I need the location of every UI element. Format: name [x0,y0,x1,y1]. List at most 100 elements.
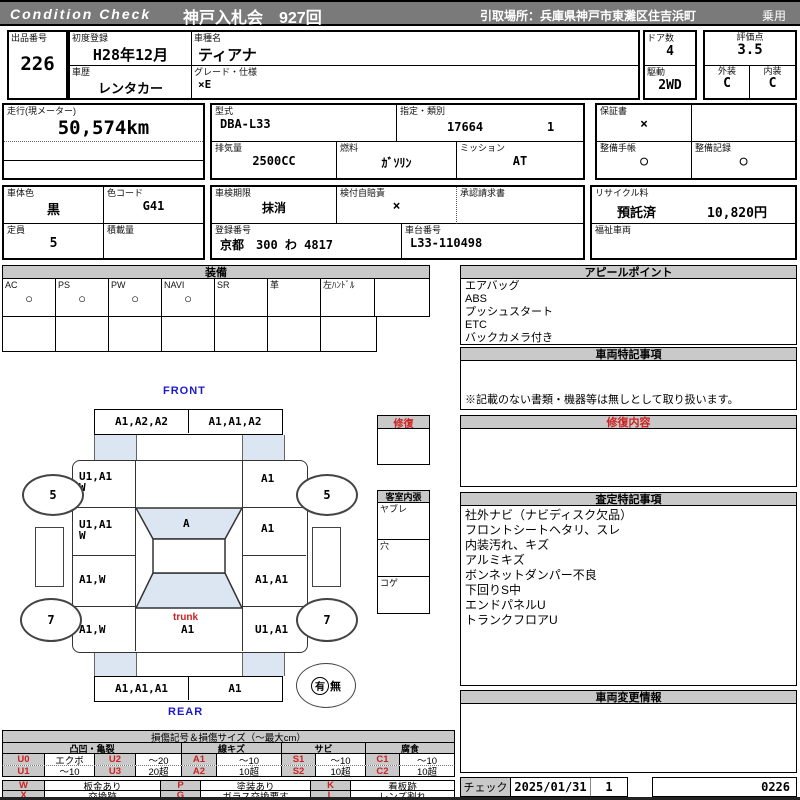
service-record-mark: ○ [739,154,748,169]
assessment-item: アルミキズ [465,553,525,567]
appeal-item: エアバッグ [465,280,520,292]
windshield-code: A [183,517,190,530]
auction-title: 神戸入札会 927回 [183,10,322,27]
equip-ps-mark: ○ [78,291,86,306]
displacement-value: 2500CC [252,154,296,168]
headlight-left [94,435,137,460]
legend-desc: 10超 [316,766,366,778]
assessment-item: 社外ナビ（ナビディスク欠品） [465,508,633,522]
grade-label: グレード・仕様 [194,67,258,77]
front-bumper-left-codes: A1,A2,A2 [95,410,189,433]
rocker-panel-right [312,527,341,587]
assessment-item: 内装汚れ、キズ [465,538,550,552]
insurance-label: 検付自賠責 [340,188,386,198]
interior-lining-title: 客室内張 [377,490,430,503]
right-front-fender-codes: A1 [261,472,275,485]
legend-code: S1 [282,754,316,765]
change-info-panel: 車両変更情報 [460,690,797,773]
left-rear-door-codes: A1,W [79,573,106,586]
legend-code: S2 [282,766,316,777]
color-capacity-box: 車体色 黒 色コード G41 定員 5 積載量 [2,185,205,260]
left-rear-fender-codes: A1,W [79,623,106,636]
interior-label: 内装 [763,66,782,76]
transmission-value: AT [512,154,528,168]
transmission-label: ミッション [460,143,506,153]
lot-number-label: 出品番号 [11,33,48,43]
spare-no: 無 [330,680,341,693]
legend-code: A1 [182,754,217,765]
wheel-front-right: 5 [296,474,358,516]
recycle-box: リサイクル料 預託済 10,820円 福祉車両 [590,185,797,260]
doors-label: ドア数 [647,33,675,43]
interior-row-tear: ヤブレ [380,504,408,514]
equip-pw-label: PW [111,280,126,290]
body-color-value: 黒 [46,203,60,218]
score-box: 評価点 3.5 外装 C 内装 C [703,30,797,100]
approval-label: 承認請求書 [460,188,506,198]
brand-logo: Condition Check [10,6,152,22]
warranty-label: 保証書 [600,106,628,116]
equip-sr-label: SR [217,280,230,290]
first-reg-label: 初度登録 [72,33,109,43]
drive-value: 2WD [658,78,682,93]
check-row: チェック 2025/01/31 1 0226 [460,777,797,797]
legend-mark-code: P [161,780,201,791]
legend-desc: 20超 [136,766,182,778]
equip-ps-label: PS [58,280,71,290]
vehicle-notes-title: 車両特記事項 [460,347,797,361]
assessment-item: フロントシートヘタリ、スレ [465,523,621,537]
car-body: U1,A1W U1,A1W A1,W A1,W A1 A1 A1,A1 U1,A… [72,460,308,653]
recycle-status: 預託済 [617,206,657,221]
interior-row-burn: コゲ [380,578,399,588]
model-code-value: DBA-L33 [220,117,271,131]
doors-value: 4 [666,44,674,59]
service-book-mark: ○ [640,154,648,169]
check-count: 1 [605,780,613,794]
mileage-box: 走行(現メーター) 50,574km [2,103,205,180]
headlight-right [242,435,285,460]
history-label: 車歴 [72,67,91,77]
engine-box: 型式 DBA-L33 指定・類別 17664 1 排気量 2500CC 燃料 ｶ… [210,103,585,180]
pickup-location: 引取場所：兵庫県神戸市東灘区住吉浜町 [480,9,697,23]
legend-group-rust: サビ [282,743,366,754]
legend-desc: ～10 [45,766,95,778]
appeal-item: ABS [465,293,488,305]
mileage-value: 50,574km [57,117,150,139]
exterior-grade: C [723,76,731,91]
legend-code: U0 [3,754,45,765]
history-value: レンタカー [97,82,163,97]
interior-row-hole: 穴 [380,541,390,551]
assessment-item: 下回りS中 [465,583,522,597]
appeal-panel: アピールポイント エアバッグ ABS プッシュスタート ETC バックカメラ付き [460,265,797,345]
condition-check-sheet: Condition Check 神戸入札会 927回 引取場所：兵庫県神戸市東灘… [0,0,800,800]
inspection-box: 車検期限 抹消 検付自賠責 × 承認請求書 登録番号 京都 300 わ 4817… [210,185,585,260]
trunk-label: trunk [173,612,198,623]
appeal-item: バックカメラ付き [465,332,553,344]
appeal-item: ETC [465,319,487,331]
score-label: 評価点 [736,32,764,42]
exterior-label: 外装 [717,66,736,76]
load-label: 積載量 [107,225,135,235]
legend-mark-code: W [3,780,45,791]
recycle-fee: 10,820円 [707,206,767,221]
vin-value: L33-110498 [410,236,483,250]
left-front-door-codes: U1,A1 W [79,518,113,542]
model-name-label: 車種名 [194,33,222,43]
left-front-fender-codes: U1,A1W [79,470,113,493]
insurance-mark: × [392,199,401,214]
legend-code: U3 [95,766,136,777]
capacity-label: 定員 [7,225,26,235]
right-front-door-codes: A1 [261,522,275,535]
wheel-rear-left: 7 [20,598,82,642]
legend-group-scratch: 線キズ [182,743,282,754]
plate-label: 登録番号 [215,225,252,235]
legend-code: C1 [366,754,400,765]
body-color-label: 車体色 [7,188,35,198]
check-date: 2025/01/31 [511,778,591,796]
front-bumper: A1,A2,A2 A1,A1,A2 [94,409,283,435]
legend-group-corrosion: 腐食 [366,743,455,754]
model-code-label: 型式 [215,106,234,116]
class-label: 指定・類別 [400,106,446,116]
right-rear-door-codes: A1,A1 [255,573,289,586]
drive-label: 駆動 [647,67,666,77]
